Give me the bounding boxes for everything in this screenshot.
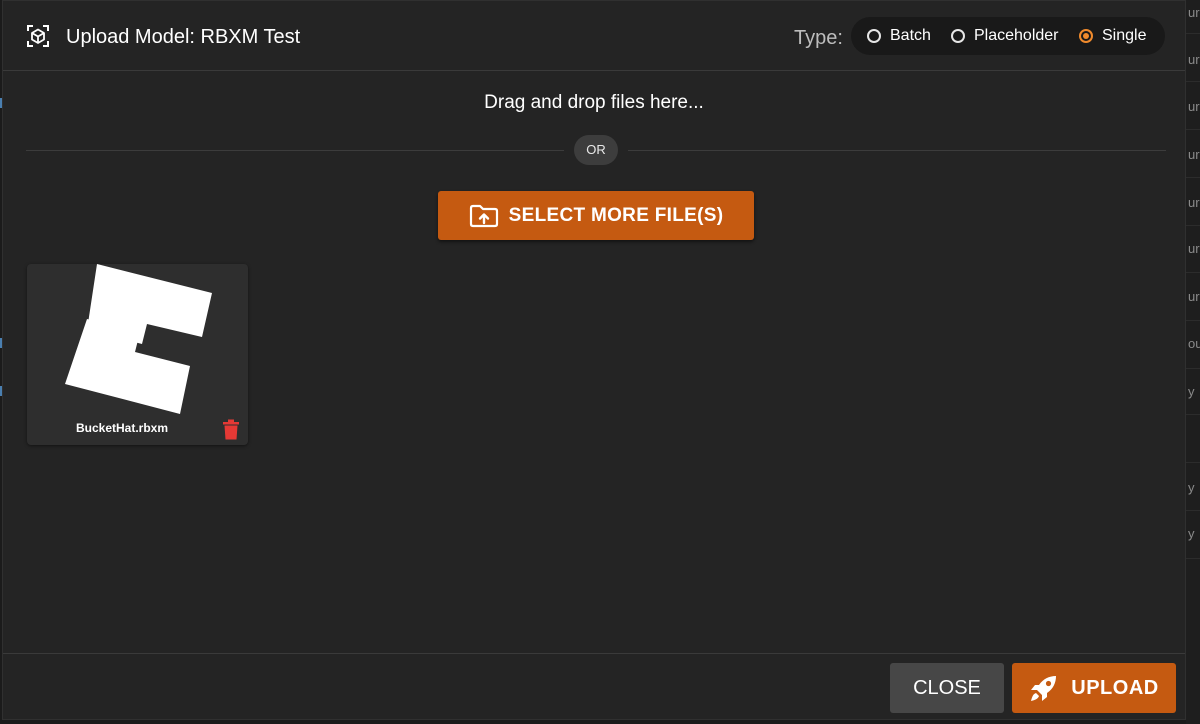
background-cell-text: ur <box>1188 241 1200 256</box>
or-separator: OR <box>574 135 618 165</box>
background-cell-text: y <box>1188 480 1195 495</box>
background-cell-text: y <box>1188 526 1195 541</box>
radio-single[interactable]: Single <box>1079 17 1146 55</box>
upload-model-dialog: Upload Model: RBXM Test Type: Batch Plac… <box>2 0 1186 720</box>
radio-circle[interactable] <box>951 29 965 43</box>
rocket-icon <box>1031 676 1057 701</box>
upload-label: UPLOAD <box>1071 676 1159 699</box>
select-files-label: SELECT MORE FILE(S) <box>508 204 724 226</box>
background-table-edge: ur ur ur ur ur ur ur ou y y y <box>1186 0 1200 724</box>
radio-circle[interactable] <box>867 29 881 43</box>
roblox-logo-icon <box>65 264 212 414</box>
select-files-button[interactable]: SELECT MORE FILE(S) <box>438 191 754 240</box>
dropzone-instruction: Drag and drop files here... <box>484 92 704 113</box>
radio-batch[interactable]: Batch <box>867 17 931 55</box>
upload-button[interactable]: UPLOAD <box>1012 663 1176 713</box>
radio-label-placeholder: Placeholder <box>974 27 1059 44</box>
radio-label-batch: Batch <box>890 27 931 44</box>
background-cell-text: ur <box>1188 147 1200 162</box>
background-cell-text: ur <box>1188 99 1200 114</box>
background-cell-text: ur <box>1188 52 1200 67</box>
radio-label-single: Single <box>1102 27 1147 44</box>
background-cell-text: ou <box>1188 336 1200 351</box>
dialog-footer: CLOSE UPLOAD <box>3 653 1185 721</box>
delete-file-icon[interactable] <box>222 419 240 440</box>
background-cell-text: y <box>1188 384 1195 399</box>
type-radio-group: Batch Placeholder Single <box>851 17 1165 55</box>
file-card: BucketHat.rbxm <box>27 264 248 445</box>
dialog-header: Upload Model: RBXM Test Type: Batch Plac… <box>3 1 1185 71</box>
close-button[interactable]: CLOSE <box>890 663 1004 713</box>
type-label: Type: <box>794 27 843 49</box>
divider-left <box>26 150 564 151</box>
background-cell-text: ur <box>1188 5 1200 20</box>
background-cell-text: ur <box>1188 195 1200 210</box>
background-cell-text: ur <box>1188 289 1200 304</box>
radio-circle[interactable] <box>1079 29 1093 43</box>
radio-placeholder[interactable]: Placeholder <box>951 17 1059 55</box>
3d-model-icon <box>27 25 49 47</box>
file-name: BucketHat.rbxm <box>75 421 169 435</box>
dialog-title: Upload Model: RBXM Test <box>66 26 301 48</box>
folder-upload-icon <box>469 204 498 227</box>
divider-right <box>628 150 1166 151</box>
